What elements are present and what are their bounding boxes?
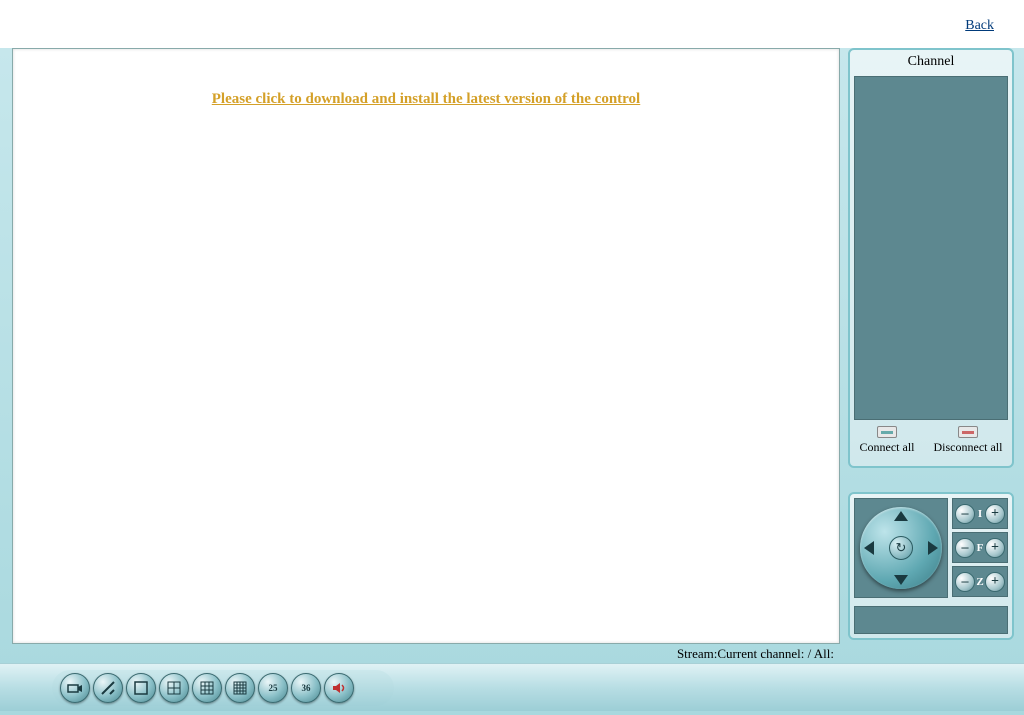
speaker-mute-icon bbox=[331, 680, 347, 696]
ptz-preset-area[interactable] bbox=[854, 606, 1008, 634]
video-view-area: Please click to download and install the… bbox=[12, 48, 840, 644]
focus-control-row: – F + bbox=[952, 532, 1008, 563]
iris-minus-button[interactable]: – bbox=[955, 504, 975, 524]
zoom-plus-button[interactable]: + bbox=[985, 572, 1005, 592]
channel-panel-title: Channel bbox=[850, 50, 1012, 74]
zoom-label: Z bbox=[976, 576, 983, 588]
iris-plus-button[interactable]: + bbox=[985, 504, 1005, 524]
back-link[interactable]: Back bbox=[965, 18, 994, 34]
bottom-toolbar: 25 36 bbox=[0, 663, 1024, 711]
connect-all-label: Connect all bbox=[860, 440, 915, 454]
ptz-right-button[interactable] bbox=[928, 541, 938, 555]
grid-16-icon bbox=[232, 680, 248, 696]
disconnect-all-button[interactable]: Disconnect all bbox=[934, 426, 1003, 455]
ptz-up-button[interactable] bbox=[894, 511, 908, 521]
record-button[interactable] bbox=[60, 673, 90, 703]
disconnect-all-label: Disconnect all bbox=[934, 440, 1003, 454]
ptz-center-button[interactable]: ↻ bbox=[889, 536, 913, 560]
grid-1-icon bbox=[133, 680, 149, 696]
channel-panel: Channel Connect all Disconnect all bbox=[848, 48, 1014, 468]
iris-label: I bbox=[978, 508, 982, 520]
grid-4-icon bbox=[166, 680, 182, 696]
grid-36-button[interactable]: 36 bbox=[291, 673, 321, 703]
grid-16-button[interactable] bbox=[225, 673, 255, 703]
ptz-panel: ↻ – I + – F + – Z + bbox=[848, 492, 1014, 640]
audio-button[interactable] bbox=[324, 673, 354, 703]
connect-all-button[interactable]: Connect all bbox=[860, 426, 915, 455]
zoom-control-row: – Z + bbox=[952, 566, 1008, 597]
settings-button[interactable] bbox=[93, 673, 123, 703]
focus-label: F bbox=[977, 542, 984, 554]
ptz-left-button[interactable] bbox=[864, 541, 874, 555]
grid-9-button[interactable] bbox=[192, 673, 222, 703]
zoom-minus-button[interactable]: – bbox=[955, 572, 975, 592]
grid-25-button[interactable]: 25 bbox=[258, 673, 288, 703]
grid-4-button[interactable] bbox=[159, 673, 189, 703]
top-bar bbox=[0, 0, 1024, 48]
focus-plus-button[interactable]: + bbox=[985, 538, 1005, 558]
grid-9-icon bbox=[199, 680, 215, 696]
channel-list[interactable] bbox=[854, 76, 1008, 420]
download-control-link[interactable]: Please click to download and install the… bbox=[13, 91, 839, 108]
ptz-down-button[interactable] bbox=[894, 575, 908, 585]
stream-status-text: Stream:Current channel: / All: bbox=[677, 646, 834, 662]
disconnect-icon bbox=[958, 426, 978, 438]
ptz-wheel-container: ↻ bbox=[854, 498, 948, 598]
tools-icon bbox=[100, 680, 116, 696]
ptz-direction-wheel: ↻ bbox=[860, 507, 942, 589]
focus-minus-button[interactable]: – bbox=[955, 538, 975, 558]
grid-1-button[interactable] bbox=[126, 673, 156, 703]
iris-control-row: – I + bbox=[952, 498, 1008, 529]
connect-icon bbox=[877, 426, 897, 438]
camera-icon bbox=[67, 680, 83, 696]
